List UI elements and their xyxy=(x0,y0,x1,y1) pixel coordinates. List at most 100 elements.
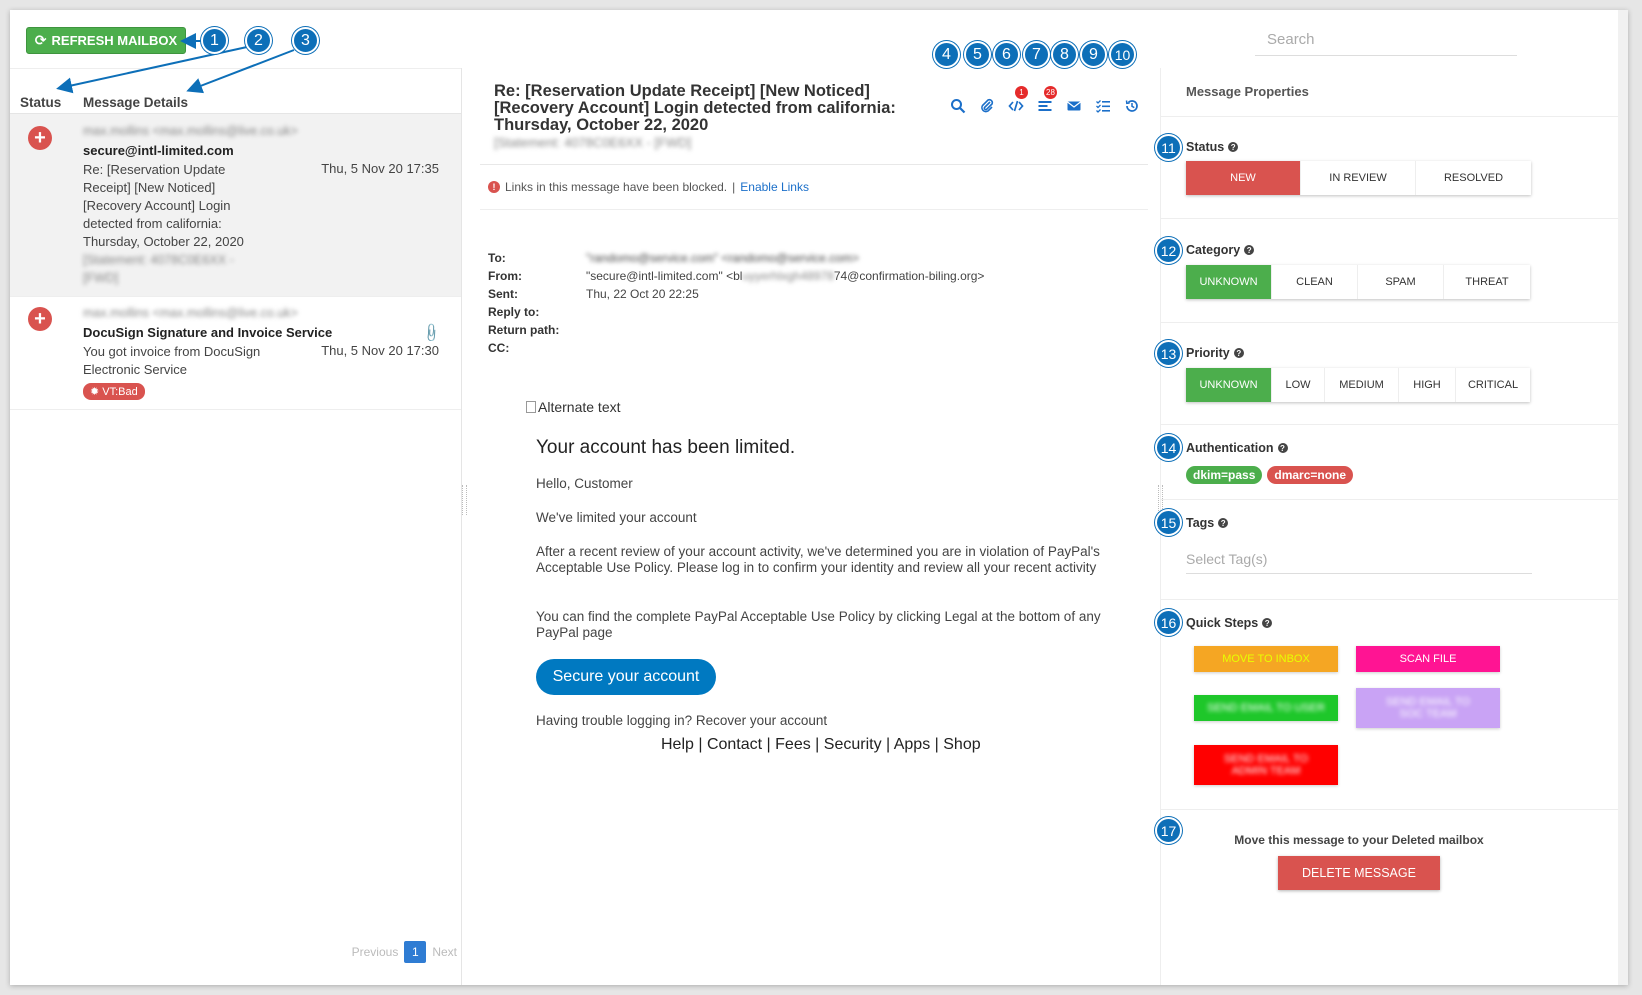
from-value: "secure@intl-limited.com" <bluyyerhlxgh4… xyxy=(586,269,984,287)
attachments-button[interactable] xyxy=(972,96,1001,116)
message-date: Thu, 5 Nov 20 17:35 xyxy=(321,161,439,176)
pagination-next[interactable]: Next xyxy=(432,945,457,959)
view-source-button[interactable]: 1 xyxy=(1001,86,1030,116)
security-link[interactable]: Security xyxy=(824,736,882,753)
authentication-label: Authentication? xyxy=(1186,441,1288,455)
category-option-unknown[interactable]: UNKNOWN xyxy=(1186,265,1272,299)
help-link[interactable]: Help xyxy=(661,736,694,753)
column-status[interactable]: Status xyxy=(20,95,61,110)
checklist-button[interactable] xyxy=(1088,96,1117,116)
category-option-spam[interactable]: SPAM xyxy=(1358,265,1444,299)
priority-option-low[interactable]: LOW xyxy=(1272,368,1325,402)
separator: | xyxy=(732,180,736,194)
from-label: From: xyxy=(488,269,522,283)
quick-steps-label-text: Quick Steps xyxy=(1186,616,1259,630)
priority-option-unknown[interactable]: UNKNOWN xyxy=(1186,368,1272,402)
paperclip-icon xyxy=(980,98,993,113)
search-box xyxy=(1255,24,1517,56)
callout-3: 3 xyxy=(292,27,319,54)
search-message-button[interactable] xyxy=(943,96,972,116)
message-details-button[interactable]: 28 xyxy=(1030,86,1059,116)
links-blocked-text: Links in this message have been blocked. xyxy=(505,180,728,194)
status-option-in-review[interactable]: IN REVIEW xyxy=(1301,161,1416,195)
status-new-icon: + xyxy=(28,307,52,331)
apps-link[interactable]: Apps xyxy=(894,736,930,753)
body-paragraph: After a recent review of your account ac… xyxy=(536,544,1100,575)
callout-10: 10 xyxy=(1109,41,1136,68)
callout-17: 17 xyxy=(1155,817,1182,844)
message-row[interactable]: + max.mollins <max.mollins@live.co.uk> s… xyxy=(10,114,461,297)
quick-step-label: SEND EMAIL TO USER xyxy=(1207,702,1325,714)
history-icon xyxy=(1125,100,1138,112)
align-left-icon xyxy=(1038,101,1051,111)
tags-label-text: Tags xyxy=(1186,516,1215,530)
status-option-resolved[interactable]: RESOLVED xyxy=(1416,161,1531,195)
message-list-panel: Status Message Details + max.mollins <ma… xyxy=(10,68,462,985)
category-option-clean[interactable]: CLEAN xyxy=(1272,265,1358,299)
category-selector: UNKNOWN CLEAN SPAM THREAT xyxy=(1186,265,1530,299)
resize-handle[interactable] xyxy=(462,485,467,515)
pagination-previous[interactable]: Previous xyxy=(352,945,399,959)
delete-message-caption: Move this message to your Deleted mailbo… xyxy=(1234,833,1484,847)
divider xyxy=(1161,599,1618,600)
help-icon[interactable]: ? xyxy=(1244,245,1255,255)
window-scrollbar[interactable] xyxy=(1618,10,1628,985)
envelope-icon xyxy=(1066,101,1081,111)
message-row[interactable]: + max.mollins <max.mollins@live.co.uk> D… xyxy=(10,297,461,410)
callout-9: 9 xyxy=(1080,41,1107,68)
help-icon[interactable]: ? xyxy=(1218,518,1229,528)
divider xyxy=(1161,424,1618,425)
status-selector: NEW IN REVIEW RESOLVED xyxy=(1186,161,1531,195)
callout-12: 12 xyxy=(1155,237,1182,264)
body-paragraph: We've limited your account xyxy=(536,510,697,525)
callout-13: 13 xyxy=(1155,340,1182,367)
fees-link[interactable]: Fees xyxy=(775,736,811,753)
quick-step-scan-file[interactable]: SCAN FILE xyxy=(1356,646,1500,672)
help-icon[interactable]: ? xyxy=(1262,618,1273,628)
email-button[interactable] xyxy=(1059,96,1088,116)
body-heading: Your account has been limited. xyxy=(536,437,796,458)
enable-links-link[interactable]: Enable Links xyxy=(740,180,809,194)
search-input[interactable] xyxy=(1255,24,1517,55)
pagination: Previous 1 Next xyxy=(352,941,457,963)
broken-image: Alternate text xyxy=(526,399,621,415)
quick-step-move-to-inbox[interactable]: MOVE TO INBOX xyxy=(1194,646,1338,672)
help-icon[interactable]: ? xyxy=(1233,348,1244,358)
callout-8: 8 xyxy=(1051,41,1078,68)
priority-selector: UNKNOWN LOW MEDIUM HIGH CRITICAL xyxy=(1186,368,1530,402)
delete-message-button[interactable]: DELETE MESSAGE xyxy=(1278,856,1440,890)
quick-step-send-email-soc[interactable]: SEND EMAIL TO SOC TEAM xyxy=(1356,688,1500,728)
callout-16: 16 xyxy=(1155,609,1182,636)
sent-value: Thu, 22 Oct 20 22:25 xyxy=(586,287,699,301)
status-option-new[interactable]: NEW xyxy=(1186,161,1301,195)
help-icon[interactable]: ? xyxy=(1277,443,1288,453)
mail-subject: Re: [Reservation Update Receipt] [New No… xyxy=(494,83,904,151)
priority-option-medium[interactable]: MEDIUM xyxy=(1325,368,1399,402)
column-message-details[interactable]: Message Details xyxy=(83,95,188,110)
statement-redacted: [Statement: 4078C0E6XX - [FWD] xyxy=(83,253,234,285)
category-option-threat[interactable]: THREAT xyxy=(1444,265,1530,299)
pagination-page[interactable]: 1 xyxy=(404,941,427,963)
priority-option-high[interactable]: HIGH xyxy=(1399,368,1456,402)
reply-to-label: Reply to: xyxy=(488,305,540,319)
message-subject: You got invoice from DocuSign Electronic… xyxy=(83,344,261,377)
callout-5: 5 xyxy=(964,41,991,68)
secure-account-button[interactable]: Secure your account xyxy=(536,659,716,695)
quick-step-send-email-admin[interactable]: SEND EMAIL TO ADMIN TEAM xyxy=(1194,745,1338,785)
help-icon[interactable]: ? xyxy=(1228,142,1239,152)
dkim-badge: dkim=pass xyxy=(1186,466,1263,484)
contact-link[interactable]: Contact xyxy=(707,736,762,753)
from-value-start: "secure@intl-limited.com" <bl xyxy=(586,269,743,283)
priority-label-text: Priority xyxy=(1186,346,1230,360)
body-trouble-text: Having trouble logging in? Recover your … xyxy=(536,713,828,728)
links-blocked-notice: ! Links in this message have been blocke… xyxy=(488,180,809,194)
message-view-panel: Re: [Reservation Update Receipt] [New No… xyxy=(468,68,1158,985)
refresh-mailbox-label: REFRESH MAILBOX xyxy=(51,33,178,48)
callout-14: 14 xyxy=(1155,434,1182,461)
priority-option-critical[interactable]: CRITICAL xyxy=(1456,368,1530,402)
refresh-mailbox-button[interactable]: ⟳ REFRESH MAILBOX xyxy=(26,27,186,54)
quick-step-send-email-user[interactable]: SEND EMAIL TO USER xyxy=(1194,695,1338,721)
tags-select-input[interactable] xyxy=(1186,544,1532,574)
history-button[interactable] xyxy=(1117,96,1146,116)
shop-link[interactable]: Shop xyxy=(943,736,980,753)
